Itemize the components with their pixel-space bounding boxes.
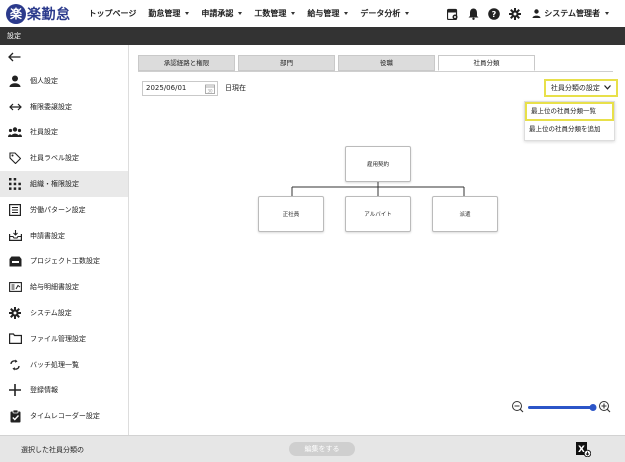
zoom-out-icon[interactable] <box>512 401 524 413</box>
sidebar-item-label: 登録情報 <box>30 386 58 395</box>
pay-slip-icon <box>8 280 22 294</box>
list-icon <box>8 203 22 217</box>
clipboard-check-icon <box>8 409 22 423</box>
bottom-action-bar: 選択した社員分類の 編集をする X <box>0 435 625 462</box>
sidebar-item-label: 組織・権限設定 <box>30 180 79 189</box>
sidebar-item-applications[interactable]: 申請書設定 <box>0 223 128 249</box>
org-node-child[interactable]: 正社員 <box>258 196 324 232</box>
sidebar-item-label: 給与明細書設定 <box>30 283 79 292</box>
sidebar-item-label: タイムレコーダー設定 <box>30 412 100 421</box>
org-node-root[interactable]: 雇用契約 <box>345 146 411 182</box>
chevron-down-icon <box>291 12 296 15</box>
org-node-child[interactable]: アルバイト <box>345 196 411 232</box>
folder-inbox-icon <box>8 254 22 268</box>
help-icon[interactable]: ? <box>488 7 501 20</box>
sidebar-item-employee-labels[interactable]: 社員ラベル設定 <box>0 145 128 171</box>
arrow-left-icon <box>8 52 21 61</box>
back-button[interactable] <box>0 45 128 68</box>
sidebar-item-time-recorder[interactable]: タイムレコーダー設定 <box>0 403 128 429</box>
gear-icon[interactable] <box>509 7 522 20</box>
sidebar-item-file-management[interactable]: ファイル管理設定 <box>0 326 128 352</box>
plus-icon <box>8 383 22 397</box>
sidebar-item-label: プロジェクト工数設定 <box>30 257 100 266</box>
chevron-down-icon <box>344 12 349 15</box>
nav-label: トップページ <box>88 9 137 18</box>
nav-manhours[interactable]: 工数管理 <box>254 8 296 19</box>
sidebar-item-label: 権限委譲設定 <box>30 102 72 111</box>
sidebar-item-delegation[interactable]: 権限委譲設定 <box>0 94 128 120</box>
sidebar-item-label: バッチ処理一覧 <box>30 360 79 369</box>
nav-approval[interactable]: 申請承認 <box>201 8 243 19</box>
nav-label: データ分析 <box>360 9 401 18</box>
sidebar-item-label: システム設定 <box>30 309 72 318</box>
dots-grid-icon <box>8 177 22 191</box>
page-title: 設定 <box>0 27 625 45</box>
excel-export-icon[interactable]: X <box>575 441 592 458</box>
selected-category-label: 選択した社員分類の <box>21 446 84 454</box>
nav-attendance[interactable]: 勤怠管理 <box>148 8 190 19</box>
zoom-in-icon[interactable] <box>599 401 611 413</box>
calendar-settings-icon[interactable] <box>446 8 458 20</box>
chevron-down-icon <box>605 12 609 15</box>
chevron-down-icon <box>185 12 190 15</box>
nav-label: 申請承認 <box>201 9 234 18</box>
sidebar-item-employees[interactable]: 社員設定 <box>0 120 128 146</box>
sidebar-item-batch[interactable]: バッチ処理一覧 <box>0 352 128 378</box>
sidebar-item-label: 申請書設定 <box>30 231 65 240</box>
cycle-icon <box>8 358 22 372</box>
sidebar-item-work-patterns[interactable]: 労働パターン設定 <box>0 197 128 223</box>
person-icon <box>8 74 22 88</box>
edit-button[interactable]: 編集をする <box>289 442 355 456</box>
svg-text:?: ? <box>492 10 497 19</box>
swap-arrows-icon <box>8 100 22 114</box>
chevron-down-icon <box>405 12 410 15</box>
nav-analytics[interactable]: データ分析 <box>360 8 410 19</box>
nav-label: 勤怠管理 <box>148 9 181 18</box>
user-icon <box>532 9 541 18</box>
logo-mark: 楽 <box>6 3 26 24</box>
settings-sidebar: 個人設定 権限委譲設定 社員設定 社員ラベル設定 組織・権限設定 労働パターン設… <box>0 45 129 435</box>
sidebar-item-organization[interactable]: 組織・権限設定 <box>0 171 128 197</box>
zoom-control <box>511 400 611 414</box>
chevron-down-icon <box>238 12 243 15</box>
sidebar-item-label: 個人設定 <box>30 76 58 85</box>
bell-icon[interactable] <box>467 8 479 20</box>
main-content: 承認経路と権限 部門 役職 社員分類 2025/06/01 30 日現在 社員分… <box>130 45 625 435</box>
sidebar-item-personal[interactable]: 個人設定 <box>0 68 128 94</box>
app-logo[interactable]: 楽 楽勤怠 <box>6 3 71 24</box>
gear-icon <box>8 306 22 320</box>
user-name: システム管理者 <box>544 9 600 18</box>
sidebar-item-pay-slip[interactable]: 給与明細書設定 <box>0 274 128 300</box>
zoom-slider[interactable] <box>528 404 597 411</box>
nav-label: 給与管理 <box>307 9 340 18</box>
nav-payroll[interactable]: 給与管理 <box>307 8 349 19</box>
org-chart-connectors <box>291 182 465 196</box>
nav-top-page[interactable]: トップページ <box>89 8 137 19</box>
sidebar-item-label: ファイル管理設定 <box>30 334 86 343</box>
logo-text: 楽勤怠 <box>27 6 71 23</box>
tag-icon <box>8 151 22 165</box>
sidebar-item-registration[interactable]: 登録情報 <box>0 378 128 404</box>
sidebar-item-project-hours[interactable]: プロジェクト工数設定 <box>0 249 128 275</box>
top-navigation: 楽 楽勤怠 トップページ 勤怠管理 申請承認 工数管理 給与管理 データ分析 ?… <box>0 0 625 27</box>
sidebar-item-label: 社員設定 <box>30 128 58 137</box>
sidebar-item-label: 労働パターン設定 <box>30 205 86 214</box>
user-menu[interactable]: システム管理者 <box>532 8 609 19</box>
org-node-child[interactable]: 派遣 <box>432 196 498 232</box>
people-icon <box>8 125 22 139</box>
folder-icon <box>8 332 22 346</box>
sidebar-item-system[interactable]: システム設定 <box>0 300 128 326</box>
nav-label: 工数管理 <box>254 9 287 18</box>
sidebar-item-label: 社員ラベル設定 <box>30 154 79 163</box>
inbox-icon <box>8 229 22 243</box>
